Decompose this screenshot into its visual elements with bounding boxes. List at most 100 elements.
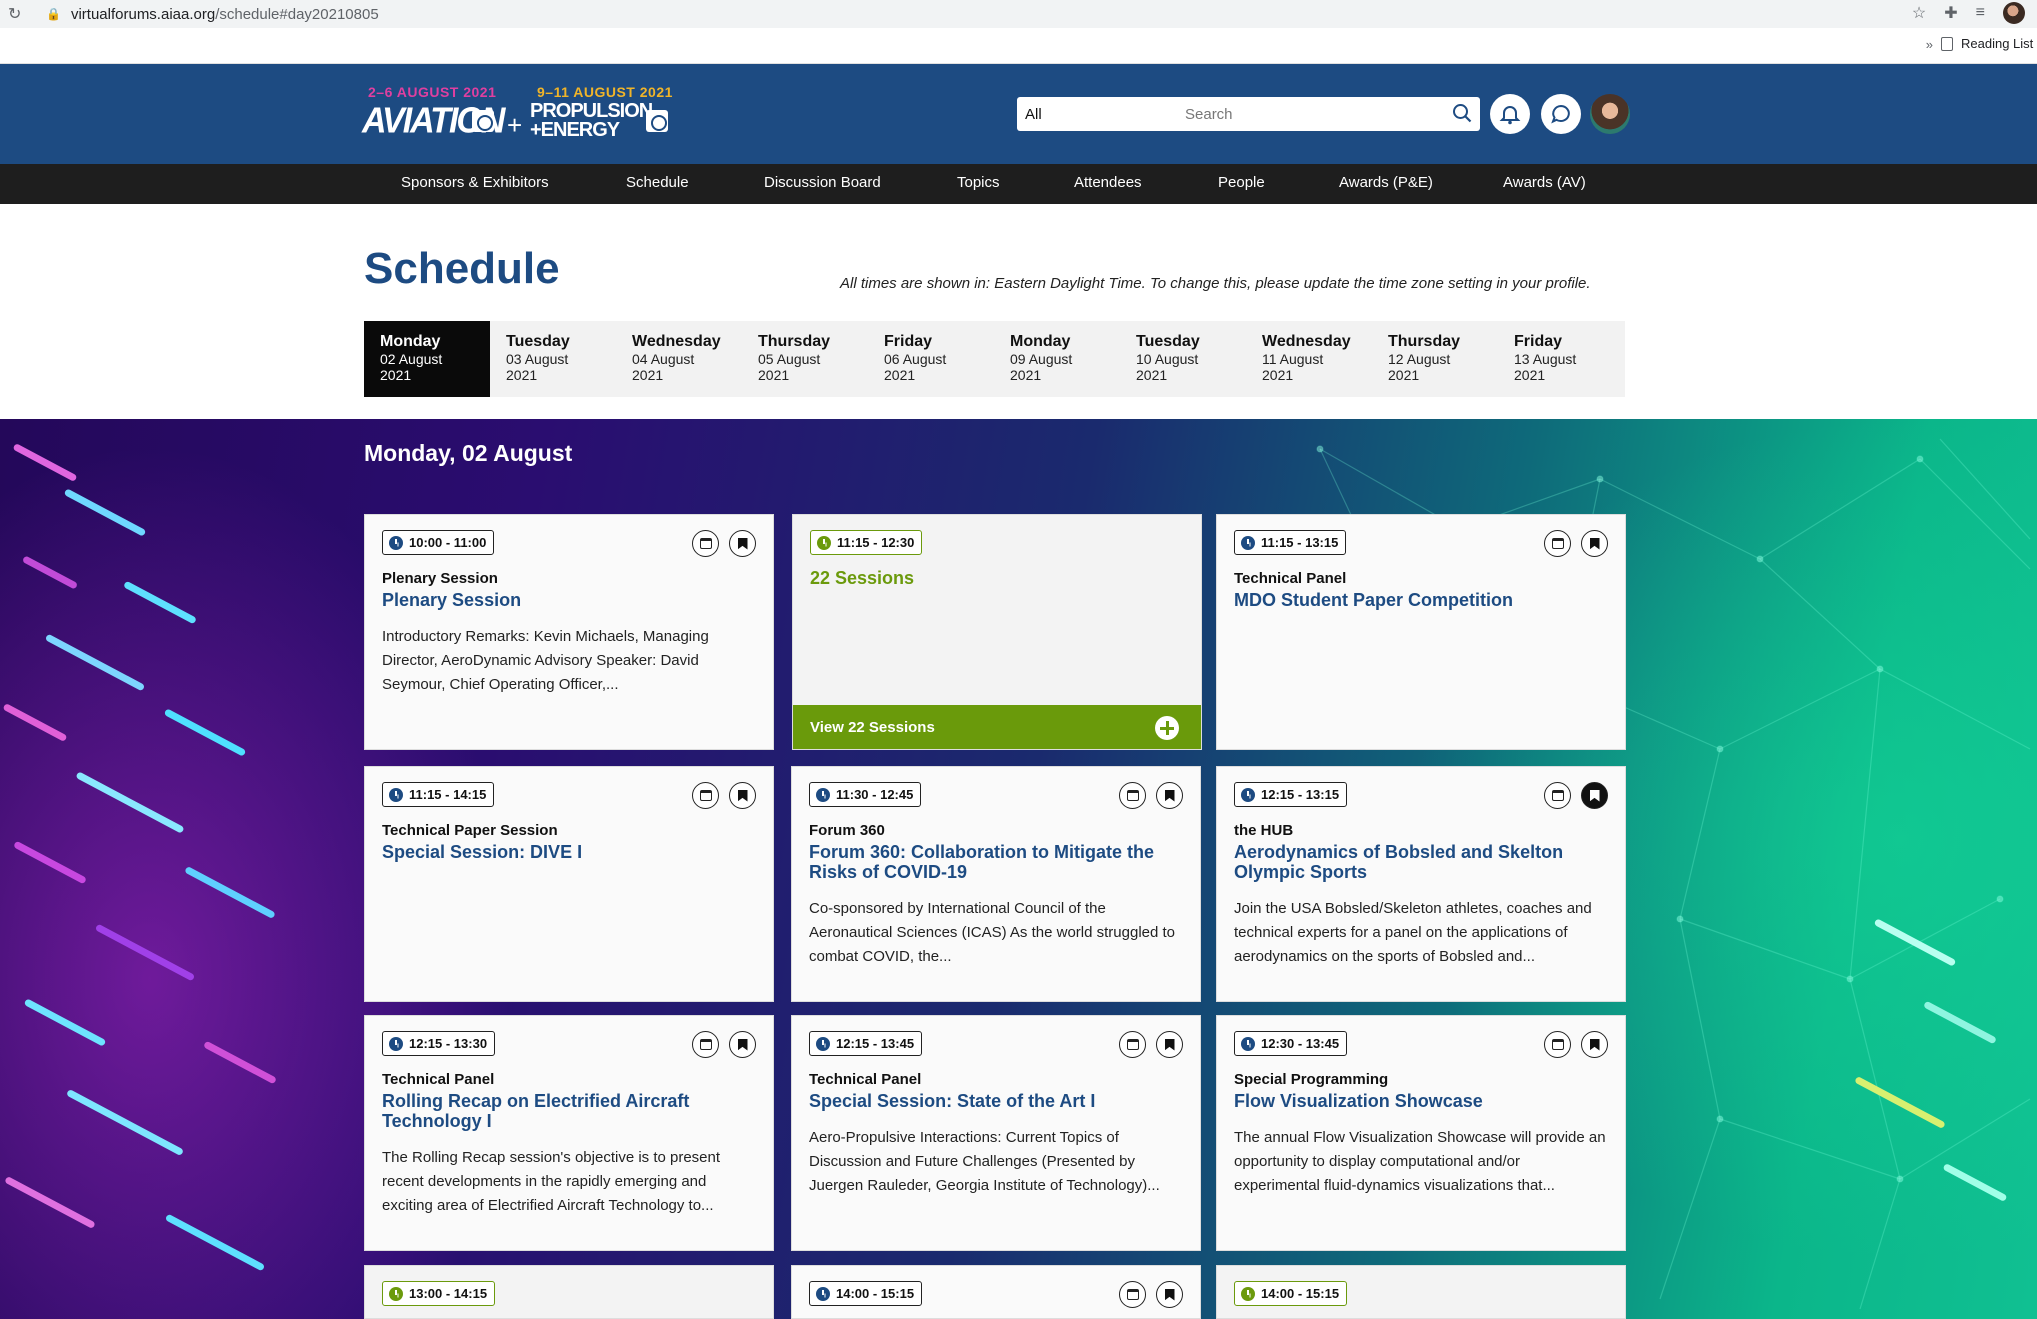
- day-tab-date: 06 August: [884, 351, 947, 367]
- session-title[interactable]: Special Session: State of the Art I: [809, 1091, 1184, 1111]
- add-to-calendar-button[interactable]: [1544, 530, 1571, 557]
- session-time: 13:00 - 14:15: [409, 1286, 488, 1301]
- bookmark-button[interactable]: [1581, 530, 1608, 557]
- session-card[interactable]: 10:00 - 11:00 Plenary Session Plenary Se…: [364, 514, 774, 750]
- session-time: 12:15 - 13:45: [836, 1036, 915, 1051]
- main-nav: Sponsors & Exhibitors Schedule Discussio…: [0, 164, 2037, 204]
- nav-discussion-board[interactable]: Discussion Board: [764, 174, 881, 191]
- day-tab-year: 2021: [1136, 367, 1168, 383]
- bookmark-button[interactable]: [1581, 1031, 1608, 1058]
- day-tab[interactable]: Monday 09 August 2021: [994, 321, 1120, 397]
- day-tab[interactable]: Monday 02 August 2021: [364, 321, 490, 397]
- session-title[interactable]: Special Session: DIVE I: [382, 842, 757, 862]
- add-to-calendar-button[interactable]: [1119, 1031, 1146, 1058]
- session-card[interactable]: 11:15 - 13:15 Technical Panel MDO Studen…: [1216, 514, 1626, 750]
- day-tab[interactable]: Thursday 12 August 2021: [1372, 321, 1498, 397]
- user-avatar[interactable]: [1590, 94, 1630, 134]
- star-icon[interactable]: ☆: [1912, 3, 1926, 23]
- session-title[interactable]: Plenary Session: [382, 590, 757, 610]
- search-input[interactable]: [1185, 105, 1425, 123]
- day-tab-name: Friday: [884, 333, 933, 350]
- timezone-note: All times are shown in: Eastern Daylight…: [840, 275, 1591, 292]
- sessions-group-card[interactable]: 11:15 - 12:30 22 Sessions View 22 Sessio…: [792, 514, 1202, 750]
- session-type: Technical Panel: [809, 1071, 922, 1088]
- bookmark-button[interactable]: [729, 1031, 756, 1058]
- session-title[interactable]: Rolling Recap on Electrified Aircraft Te…: [382, 1091, 757, 1131]
- session-card[interactable]: 12:30 - 13:45 Special Programming Flow V…: [1216, 1015, 1626, 1251]
- session-card[interactable]: 12:15 - 13:15 the HUB Aerodynamics of Bo…: [1216, 766, 1626, 1002]
- section-day-heading: Monday, 02 August: [364, 440, 573, 466]
- day-tab-name: Thursday: [758, 333, 831, 350]
- session-card[interactable]: 12:15 - 13:30 Technical Panel Rolling Re…: [364, 1015, 774, 1251]
- bookmark-button[interactable]: [729, 530, 756, 557]
- session-card[interactable]: 14:00 - 15:15: [791, 1265, 1201, 1319]
- add-to-calendar-button[interactable]: [692, 782, 719, 809]
- add-to-calendar-button[interactable]: [1119, 1281, 1146, 1308]
- reload-icon[interactable]: ↻: [8, 4, 28, 24]
- bookmarks-more-button[interactable]: »: [1926, 37, 1933, 52]
- day-tab[interactable]: Tuesday 03 August 2021: [490, 321, 616, 397]
- nav-awards-pe[interactable]: Awards (P&E): [1339, 174, 1433, 191]
- url-host: virtualforums.aiaa.org: [70, 5, 216, 23]
- session-title[interactable]: Aerodynamics of Bobsled and Skelton Olym…: [1234, 842, 1609, 882]
- plus-circle-icon: [1155, 716, 1179, 740]
- sessions-group-card[interactable]: 13:00 - 14:15: [364, 1265, 774, 1319]
- lock-icon[interactable]: 🔒: [46, 7, 61, 21]
- day-tab[interactable]: Tuesday 10 August 2021: [1120, 321, 1246, 397]
- nav-sponsors-exhibitors[interactable]: Sponsors & Exhibitors: [401, 174, 549, 191]
- search-icon[interactable]: [1452, 103, 1472, 123]
- session-card[interactable]: 12:15 - 13:45 Technical Panel Special Se…: [791, 1015, 1201, 1251]
- day-tab[interactable]: Friday 13 August 2021: [1498, 321, 1624, 397]
- session-title[interactable]: Forum 360: Collaboration to Mitigate the…: [809, 842, 1184, 882]
- session-card[interactable]: 11:30 - 12:45 Forum 360 Forum 360: Colla…: [791, 766, 1201, 1002]
- view-sessions-button[interactable]: View 22 Sessions: [793, 705, 1201, 749]
- media-icon[interactable]: ≡: [1976, 4, 1985, 22]
- puzzle-icon[interactable]: ✚: [1944, 3, 1957, 23]
- day-tab[interactable]: Thursday 05 August 2021: [742, 321, 868, 397]
- day-tab-date: 10 August: [1136, 351, 1199, 367]
- day-tab[interactable]: Wednesday 11 August 2021: [1246, 321, 1372, 397]
- bookmark-button[interactable]: [1156, 1281, 1183, 1308]
- sessions-group-card[interactable]: 14:00 - 15:15: [1216, 1265, 1626, 1319]
- session-card[interactable]: 11:15 - 14:15 Technical Paper Session Sp…: [364, 766, 774, 1002]
- reading-list-button[interactable]: Reading List: [1941, 36, 2037, 51]
- add-to-calendar-button[interactable]: [1544, 1031, 1571, 1058]
- add-to-calendar-button[interactable]: [692, 530, 719, 557]
- calendar-icon: [699, 538, 712, 549]
- page-title: Schedule: [364, 244, 560, 293]
- bookmark-button-active[interactable]: [1581, 782, 1608, 809]
- pe-wordmark-line2: +ENERGY: [530, 119, 620, 141]
- profile-avatar[interactable]: [2003, 2, 2025, 24]
- session-title[interactable]: Flow Visualization Showcase: [1234, 1091, 1609, 1111]
- session-title[interactable]: MDO Student Paper Competition: [1234, 590, 1609, 610]
- messages-button[interactable]: [1541, 94, 1581, 134]
- day-tab[interactable]: Friday 06 August 2021: [868, 321, 994, 397]
- nav-people[interactable]: People: [1218, 174, 1265, 191]
- search-scope-select[interactable]: All: [1025, 106, 1185, 123]
- nav-schedule[interactable]: Schedule: [626, 174, 689, 191]
- day-tab-name: Monday: [1010, 333, 1071, 350]
- day-tab[interactable]: Wednesday 04 August 2021: [616, 321, 742, 397]
- day-tab-name: Wednesday: [1262, 333, 1351, 350]
- bookmark-button[interactable]: [1156, 782, 1183, 809]
- clock-icon: [1241, 1036, 1255, 1051]
- day-tab-date: 03 August: [506, 351, 569, 367]
- nav-topics[interactable]: Topics: [957, 174, 1000, 191]
- calendar-icon: [1551, 790, 1564, 801]
- bookmark-button[interactable]: [1156, 1031, 1183, 1058]
- nav-attendees[interactable]: Attendees: [1074, 174, 1142, 191]
- add-to-calendar-button[interactable]: [1119, 782, 1146, 809]
- address-bar[interactable]: virtualforums.aiaa.org/schedule#day20210…: [71, 6, 379, 23]
- add-to-calendar-button[interactable]: [692, 1031, 719, 1058]
- bookmark-icon: [737, 537, 748, 550]
- bookmark-button[interactable]: [729, 782, 756, 809]
- session-description: Aero-Propulsive Interactions: Current To…: [809, 1129, 1160, 1194]
- add-to-calendar-button[interactable]: [1544, 782, 1571, 809]
- notifications-button[interactable]: [1490, 94, 1530, 134]
- session-time: 11:15 - 13:15: [1261, 535, 1339, 550]
- forum-logo[interactable]: 2–6 AUGUST 2021 9–11 AUGUST 2021 AVIATIO…: [360, 84, 675, 150]
- day-tab-year: 2021: [380, 367, 412, 383]
- session-type: Forum 360: [809, 822, 885, 839]
- session-time: 11:30 - 12:45: [836, 787, 914, 802]
- nav-awards-av[interactable]: Awards (AV): [1503, 174, 1586, 191]
